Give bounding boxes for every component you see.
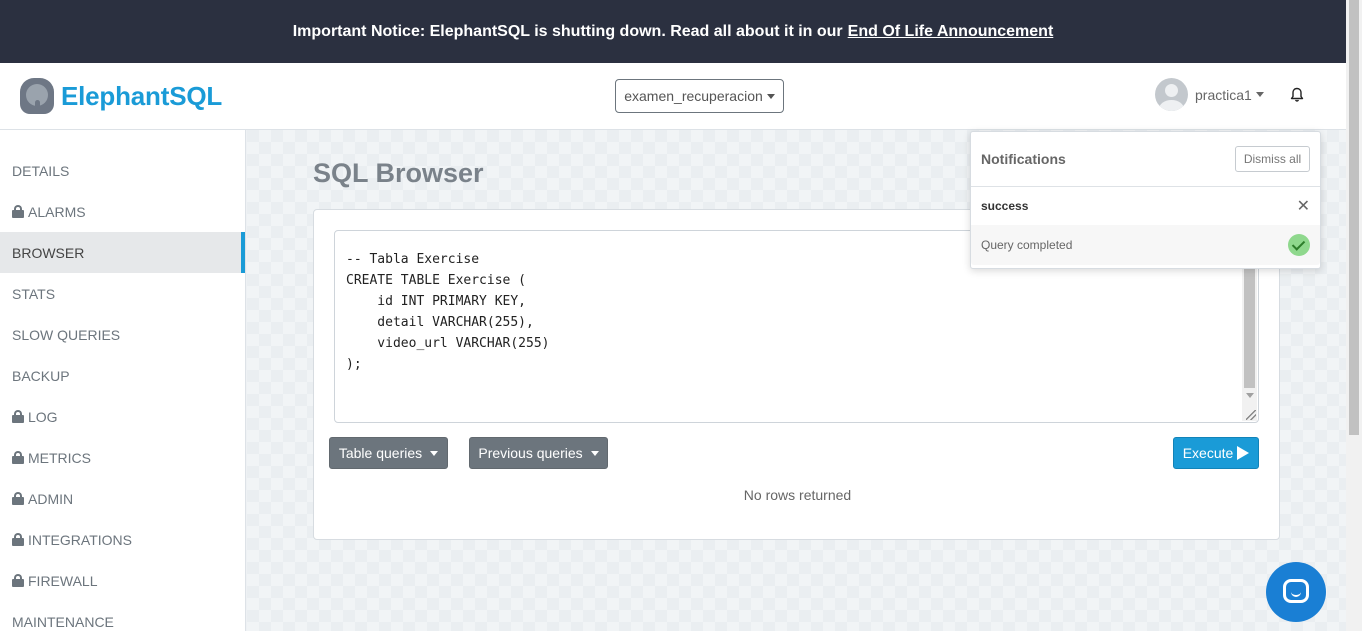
sidebar-item-label: METRICS [28, 449, 91, 466]
sidebar-item-integrations[interactable]: INTEGRATIONS [0, 519, 245, 560]
sidebar: DETAILS ALARMS BROWSER STATS SLOW QUERIE… [0, 130, 246, 631]
previous-queries-label: Previous queries [478, 445, 583, 461]
lock-icon [12, 574, 24, 587]
sidebar-item-label: MAINTENANCE [12, 613, 114, 630]
execute-button[interactable]: Execute [1173, 437, 1259, 469]
execute-label: Execute [1182, 445, 1234, 461]
sidebar-item-stats[interactable]: STATS [0, 273, 245, 314]
scroll-down-arrow-icon[interactable] [1246, 393, 1254, 398]
sidebar-item-label: BROWSER [12, 244, 85, 261]
chat-bubble-icon [1283, 579, 1309, 603]
sidebar-item-label: ADMIN [28, 490, 74, 507]
dismiss-all-button[interactable]: Dismiss all [1235, 146, 1310, 172]
top-navbar: ElephantSQL examen_recuperacion practica… [0, 63, 1346, 130]
previous-queries-button[interactable]: Previous queries [469, 437, 608, 469]
chat-support-button[interactable] [1266, 562, 1326, 622]
sidebar-item-label: BACKUP [12, 367, 70, 384]
avatar [1155, 78, 1188, 111]
query-result-text: No rows returned [743, 487, 852, 503]
notification-item: success ✕ [971, 187, 1320, 225]
page-scrollbar[interactable] [1346, 0, 1362, 631]
chevron-down-icon [766, 93, 775, 99]
resize-handle-icon[interactable] [1246, 410, 1256, 420]
chevron-down-icon [1255, 92, 1264, 97]
brand-logo[interactable]: ElephantSQL [20, 78, 222, 114]
sidebar-item-log[interactable]: LOG [0, 396, 245, 437]
lock-icon [12, 533, 24, 546]
sidebar-item-maintenance[interactable]: MAINTENANCE [0, 601, 245, 631]
instance-selector[interactable]: examen_recuperacion [615, 79, 784, 113]
notifications-dropdown: Notifications Dismiss all success ✕ Quer… [970, 131, 1321, 269]
bell-icon[interactable] [1290, 87, 1304, 103]
sidebar-item-metrics[interactable]: METRICS [0, 437, 245, 478]
close-icon[interactable]: ✕ [1297, 196, 1310, 216]
chevron-down-icon [590, 450, 599, 456]
page-scrollbar-thumb[interactable] [1349, 0, 1359, 435]
notification-message: Query completed [981, 238, 1073, 252]
lock-icon [12, 205, 24, 218]
sidebar-item-label: DETAILS [12, 162, 70, 179]
sidebar-item-admin[interactable]: ADMIN [0, 478, 245, 519]
sql-query-text: -- Tabla Exercise CREATE TABLE Exercise … [346, 252, 550, 372]
sidebar-item-label: SLOW QUERIES [12, 326, 121, 343]
sidebar-item-label: LOG [28, 408, 58, 425]
sidebar-item-browser[interactable]: BROWSER [0, 232, 245, 273]
lock-icon [12, 410, 24, 423]
sidebar-item-label: ALARMS [28, 203, 86, 220]
sidebar-item-backup[interactable]: BACKUP [0, 355, 245, 396]
brand-name: ElephantSQL [61, 80, 223, 111]
notification-body: Query completed [971, 225, 1320, 265]
lock-icon [12, 492, 24, 505]
user-menu[interactable]: practica1 [1155, 78, 1264, 111]
chevron-down-icon [430, 450, 439, 456]
table-queries-button[interactable]: Table queries [329, 437, 448, 469]
sidebar-item-firewall[interactable]: FIREWALL [0, 560, 245, 601]
table-queries-label: Table queries [338, 445, 423, 461]
notifications-title: Notifications [981, 151, 1066, 167]
play-icon [1237, 446, 1250, 460]
notice-text: Important Notice: ElephantSQL is shuttin… [292, 22, 843, 40]
eol-announcement-link[interactable]: End Of Life Announcement [848, 23, 1054, 41]
sidebar-item-label: INTEGRATIONS [28, 531, 132, 548]
username: practica1 [1195, 86, 1252, 103]
checkmark-icon [1288, 234, 1310, 256]
instance-name: examen_recuperacion [624, 88, 763, 104]
sidebar-item-details[interactable]: DETAILS [0, 150, 245, 191]
notifications-header: Notifications Dismiss all [971, 132, 1320, 187]
notification-type: success [981, 199, 1029, 213]
sidebar-item-slow-queries[interactable]: SLOW QUERIES [0, 314, 245, 355]
lock-icon [12, 451, 24, 464]
eol-notice-banner: Important Notice: ElephantSQL is shuttin… [0, 0, 1346, 63]
elephant-logo-icon [20, 78, 54, 114]
sidebar-item-alarms[interactable]: ALARMS [0, 191, 245, 232]
page-title: SQL Browser [313, 158, 484, 188]
sidebar-item-label: FIREWALL [28, 572, 98, 589]
sidebar-item-label: STATS [12, 285, 56, 302]
